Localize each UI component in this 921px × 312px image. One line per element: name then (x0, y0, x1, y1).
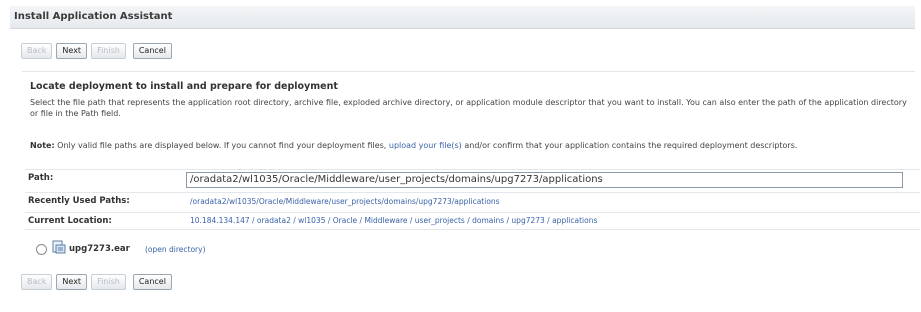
path-label: Path: (28, 173, 54, 183)
path-input[interactable]: /oradata2/wl1035/Oracle/Middleware/user_… (186, 172, 903, 188)
bottom-button-bar: Back Next Finish Cancel (21, 274, 176, 290)
window-title: Install Application Assistant (14, 11, 173, 22)
upload-files-link[interactable]: upload your file(s) (389, 141, 462, 150)
back-button-bottom[interactable]: Back (21, 274, 53, 290)
finish-button-bottom[interactable]: Finish (91, 274, 126, 290)
next-button-bottom[interactable]: Next (56, 274, 88, 290)
file-name: upg7273.ear (69, 244, 130, 254)
description-text: Select the file path that represents the… (30, 98, 907, 118)
cancel-button-bottom[interactable]: Cancel (132, 274, 172, 290)
back-button[interactable]: Back (21, 43, 53, 59)
open-directory-link[interactable]: (open directory) (145, 245, 206, 254)
section-heading: Locate deployment to install and prepare… (30, 81, 338, 92)
current-location-breadcrumb[interactable]: 10.184.134.147 / oradata2 / wl1035 / Ora… (190, 216, 597, 225)
recent-paths-label: Recently Used Paths: (28, 196, 130, 206)
note-text-1: Only valid file paths are displayed belo… (54, 141, 389, 150)
next-button[interactable]: Next (56, 43, 88, 59)
note-text: Note: Only valid file paths are displaye… (30, 141, 910, 150)
note-text-2: and/or confirm that your application con… (461, 141, 798, 150)
recent-path-link[interactable]: /oradata2/wl1035/Oracle/Middleware/user_… (190, 197, 500, 206)
archive-file-icon (52, 240, 66, 257)
cancel-button[interactable]: Cancel (132, 43, 172, 59)
current-location-label: Current Location: (28, 216, 112, 226)
top-button-bar: Back Next Finish Cancel (21, 43, 176, 59)
file-radio[interactable] (36, 244, 47, 255)
title-bar: Install Application Assistant (10, 6, 915, 29)
finish-button[interactable]: Finish (91, 43, 126, 59)
note-label: Note: (30, 141, 55, 150)
